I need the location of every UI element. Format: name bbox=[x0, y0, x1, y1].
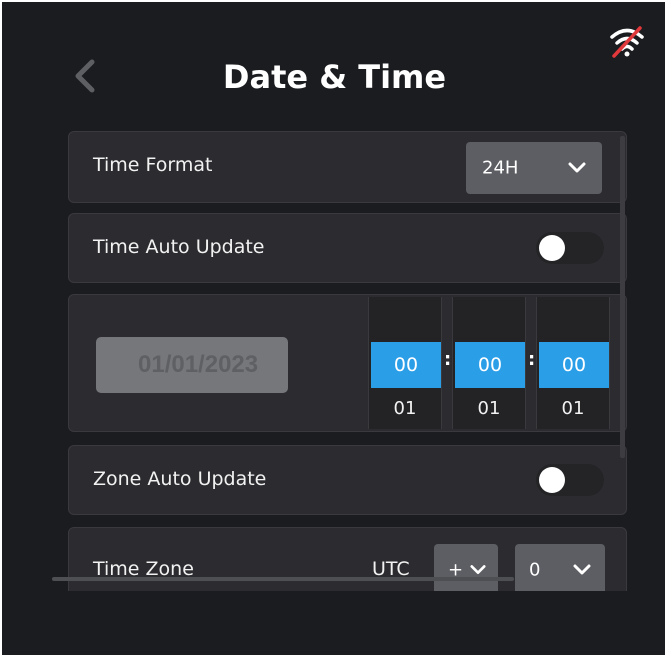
time-auto-update-toggle[interactable] bbox=[536, 232, 604, 264]
toggle-knob bbox=[539, 235, 565, 261]
screen-border bbox=[0, 655, 669, 659]
date-input[interactable]: 01/01/2023 bbox=[96, 337, 288, 393]
zone-offset-value: 0 bbox=[529, 559, 541, 581]
time-format-select[interactable]: 24H bbox=[466, 142, 602, 194]
chevron-down-icon bbox=[573, 564, 591, 575]
second-selected: 00 bbox=[539, 342, 609, 388]
time-format-value: 24H bbox=[482, 157, 519, 179]
time-auto-update-row: Time Auto Update bbox=[68, 213, 627, 283]
horizontal-scrollbar[interactable] bbox=[52, 577, 514, 581]
time-format-label: Time Format bbox=[93, 154, 213, 176]
minute-selected: 00 bbox=[455, 342, 525, 388]
time-separator: : bbox=[444, 349, 452, 370]
minute-next: 01 bbox=[477, 398, 501, 419]
time-auto-update-label: Time Auto Update bbox=[93, 236, 265, 258]
zone-auto-update-toggle[interactable] bbox=[536, 464, 604, 496]
minute-roller[interactable]: 00 01 bbox=[452, 297, 526, 429]
page-title: Date & Time bbox=[222, 58, 447, 96]
hour-selected: 00 bbox=[371, 342, 441, 388]
zone-auto-update-row: Zone Auto Update bbox=[68, 445, 627, 515]
wifi-off-icon bbox=[608, 22, 646, 60]
second-roller[interactable]: 00 01 bbox=[536, 297, 610, 429]
zone-offset-select[interactable]: 0 bbox=[515, 544, 605, 591]
hour-roller[interactable]: 00 01 bbox=[368, 297, 442, 429]
zone-auto-update-label: Zone Auto Update bbox=[93, 468, 267, 490]
hour-next: 01 bbox=[393, 398, 417, 419]
date-time-row: 01/01/2023 00 01 : 00 01 : 00 01 bbox=[68, 294, 627, 432]
second-next: 01 bbox=[561, 398, 585, 419]
device-screen: Date & Time Time Format 24H Time Auto Up… bbox=[0, 0, 669, 659]
zone-sign-select[interactable]: + bbox=[434, 544, 498, 591]
screen-border bbox=[665, 0, 669, 659]
time-format-row: Time Format 24H bbox=[68, 131, 627, 203]
time-separator: : bbox=[528, 349, 536, 370]
chevron-down-icon bbox=[470, 565, 486, 574]
vertical-scrollbar[interactable] bbox=[620, 136, 625, 458]
screen-border bbox=[0, 0, 669, 2]
settings-list[interactable]: Time Format 24H Time Auto Update 01/01/2… bbox=[68, 131, 629, 591]
chevron-down-icon bbox=[568, 162, 586, 173]
time-zone-row: Time Zone UTC + 0 bbox=[68, 527, 627, 591]
toggle-knob bbox=[539, 467, 565, 493]
screen-border bbox=[0, 0, 2, 659]
